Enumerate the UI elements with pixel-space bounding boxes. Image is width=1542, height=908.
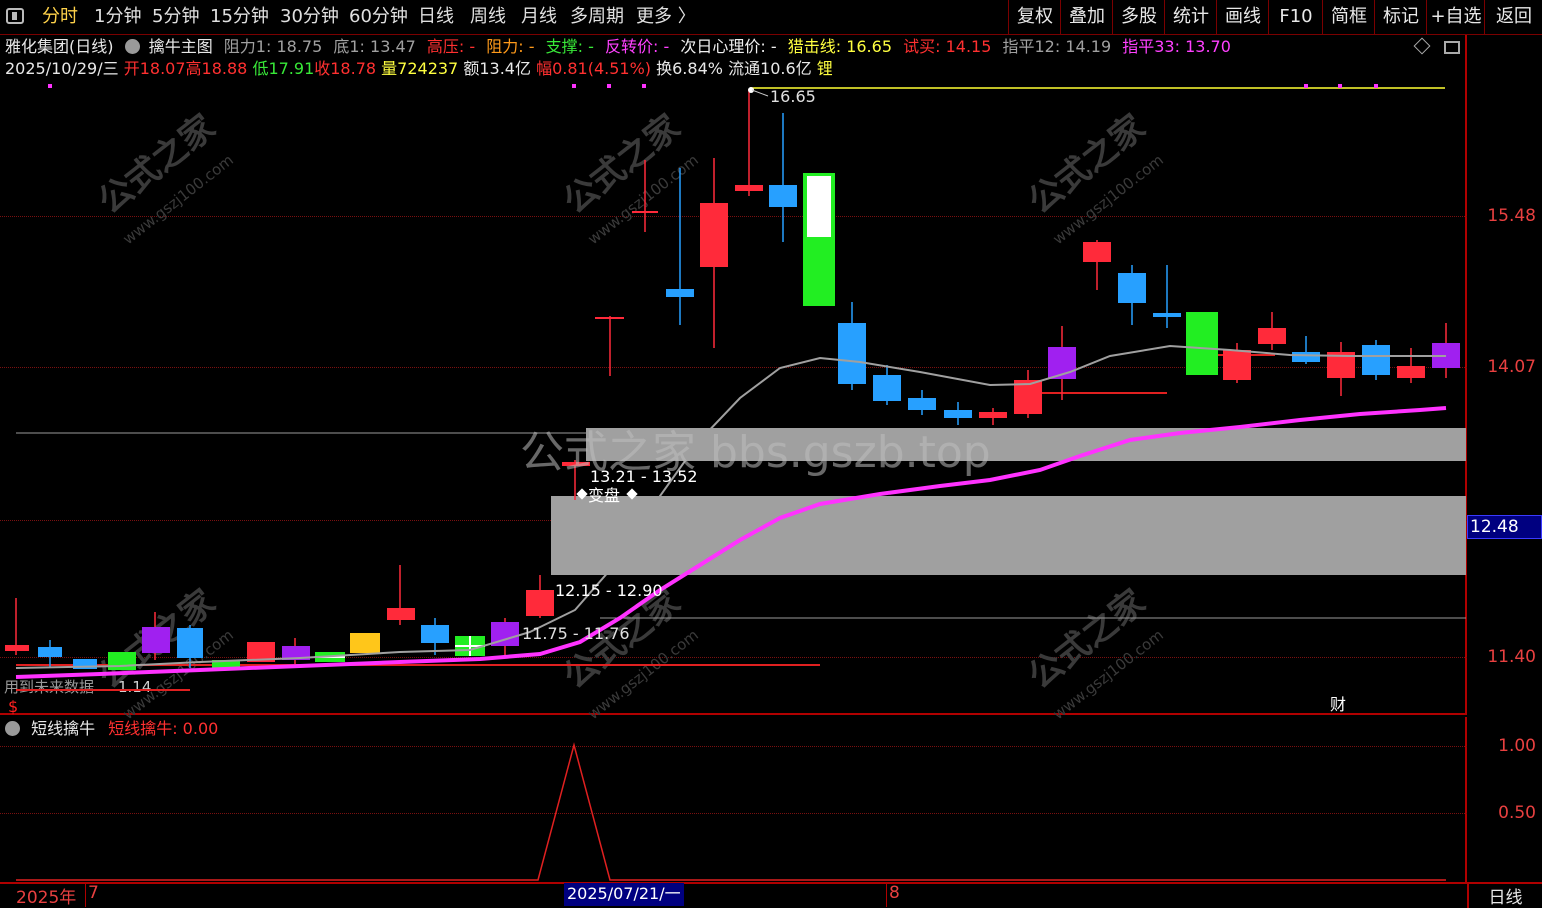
center-watermark: 公式之家 bbs.gszb.top bbox=[520, 427, 991, 478]
sub-indicator-line bbox=[16, 742, 1446, 881]
biantan-label: 变盘 bbox=[588, 486, 620, 505]
period-switch-button[interactable]: 日线 bbox=[1467, 883, 1542, 908]
current-price-tag: 12.48 bbox=[1467, 515, 1542, 539]
kline-chart[interactable]: 公式之家 公式之家 公式之家 公式之家 公式之家 公式之家 www.gszj10… bbox=[0, 0, 1542, 908]
price-zone-lower bbox=[551, 496, 1466, 575]
price-axis-label: 11.40 bbox=[1487, 647, 1536, 667]
sub-indicator-name[interactable]: 短线擒牛 bbox=[31, 719, 95, 738]
finance-marker: 财 bbox=[1330, 695, 1346, 714]
year-label: 2025年 bbox=[16, 888, 77, 908]
sub-axis-label: 1.00 bbox=[1498, 736, 1536, 756]
price-axis-label: 14.07 bbox=[1487, 357, 1536, 377]
month-8-label: 8 bbox=[886, 883, 900, 907]
future-data-warning: 用到未来数据 bbox=[4, 678, 94, 696]
peak-label: 16.65 bbox=[770, 87, 816, 106]
dollar-marker: $ bbox=[8, 697, 18, 716]
sub-indicator-value: 短线擒牛: 0.00 bbox=[108, 719, 219, 738]
peak-pointer bbox=[751, 89, 769, 97]
sub-indicator-header: 短线擒牛 短线擒牛: 0.00 bbox=[5, 718, 218, 740]
watermark-group: 公式之家 公式之家 公式之家 公式之家 公式之家 公式之家 bbox=[91, 107, 1153, 697]
sub-indicator-dropdown-icon[interactable] bbox=[5, 721, 20, 736]
cursor-date-label: 2025/07/21/一 bbox=[564, 883, 684, 906]
sub-axis-label: 0.50 bbox=[1498, 803, 1536, 823]
month-7-label: 7 bbox=[85, 883, 99, 907]
zone-small-label: 11.75 - 11.76 bbox=[522, 624, 630, 643]
zone-lower-label: 12.15 - 12.90 bbox=[555, 581, 663, 600]
candles bbox=[5, 89, 1460, 670]
future-data-value: 1.14 bbox=[118, 678, 151, 696]
price-axis-label: 15.48 bbox=[1487, 206, 1536, 226]
